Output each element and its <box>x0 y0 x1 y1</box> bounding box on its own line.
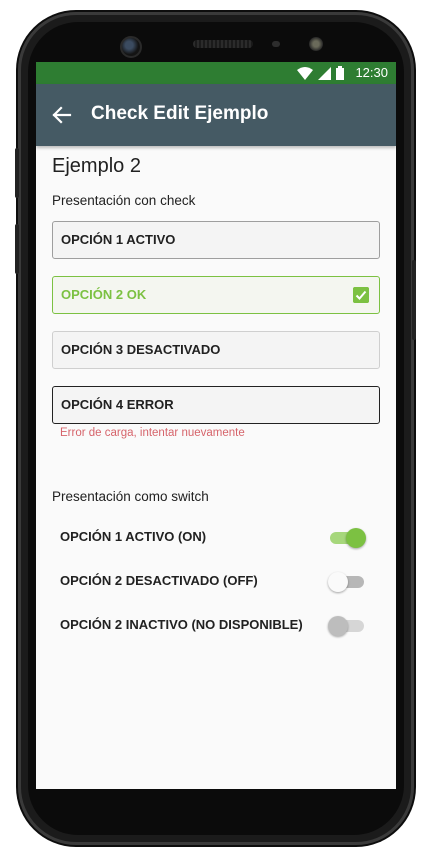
volume-button-lower <box>15 224 19 274</box>
check-option-label: OPCIÓN 3 DESACTIVADO <box>61 342 221 357</box>
light-sensor <box>309 37 323 51</box>
check-option-1[interactable]: OPCIÓN 1 ACTIVO <box>52 221 380 259</box>
page-heading: Ejemplo 2 <box>52 155 141 177</box>
main-content: Ejemplo 2 Presentación con check OPCIÓN … <box>36 155 396 647</box>
check-option-label: OPCIÓN 2 OK <box>61 287 147 302</box>
app-toolbar: Check Edit Ejemplo <box>36 84 396 146</box>
status-time: 12:30 <box>355 65 388 80</box>
proximity-sensor <box>272 41 280 47</box>
toggle-switch[interactable] <box>330 528 366 548</box>
volume-button <box>15 148 19 198</box>
check-option-label: OPCIÓN 4 ERROR <box>61 397 174 412</box>
power-button <box>412 260 416 340</box>
battery-icon <box>336 66 344 80</box>
toggle-switch[interactable] <box>328 572 364 592</box>
error-message: Error de carga, intentar nuevamente <box>60 427 245 439</box>
status-icons <box>297 66 344 80</box>
app-screen: 12:30 Check Edit Ejemplo Ejemplo 2 Prese… <box>36 62 396 789</box>
check-option-2[interactable]: OPCIÓN 2 OK <box>52 276 380 314</box>
switch-label: OPCIÓN 2 DESACTIVADO (OFF) <box>60 573 258 588</box>
switch-label: OPCIÓN 1 ACTIVO (ON) <box>60 529 207 544</box>
check-option-4[interactable]: OPCIÓN 4 ERROR <box>52 386 380 424</box>
switch-section-label: Presentación como switch <box>52 489 209 504</box>
switch-row-3: OPCIÓN 2 INACTIVO (NO DISPONIBLE) <box>52 603 380 647</box>
switch-row-2[interactable]: OPCIÓN 2 DESACTIVADO (OFF) <box>52 559 380 603</box>
wifi-icon <box>297 66 313 80</box>
switch-row-1[interactable]: OPCIÓN 1 ACTIVO (ON) <box>52 515 380 559</box>
check-option-label: OPCIÓN 1 ACTIVO <box>61 232 176 247</box>
toggle-switch-disabled <box>328 616 364 636</box>
toggle-thumb <box>328 616 348 636</box>
status-bar: 12:30 <box>36 62 396 84</box>
toggle-thumb <box>346 528 366 548</box>
toolbar-title: Check Edit Ejemplo <box>91 103 269 124</box>
signal-icon <box>318 66 331 80</box>
arrow-left-icon[interactable] <box>50 104 72 126</box>
switch-label: OPCIÓN 2 INACTIVO (NO DISPONIBLE) <box>60 617 303 632</box>
check-section-label: Presentación con check <box>52 193 196 208</box>
earpiece-speaker <box>193 40 253 48</box>
toggle-thumb <box>328 572 348 592</box>
checkbox-checked-icon[interactable] <box>353 287 369 303</box>
check-option-3: OPCIÓN 3 DESACTIVADO <box>52 331 380 369</box>
front-camera <box>120 36 142 58</box>
